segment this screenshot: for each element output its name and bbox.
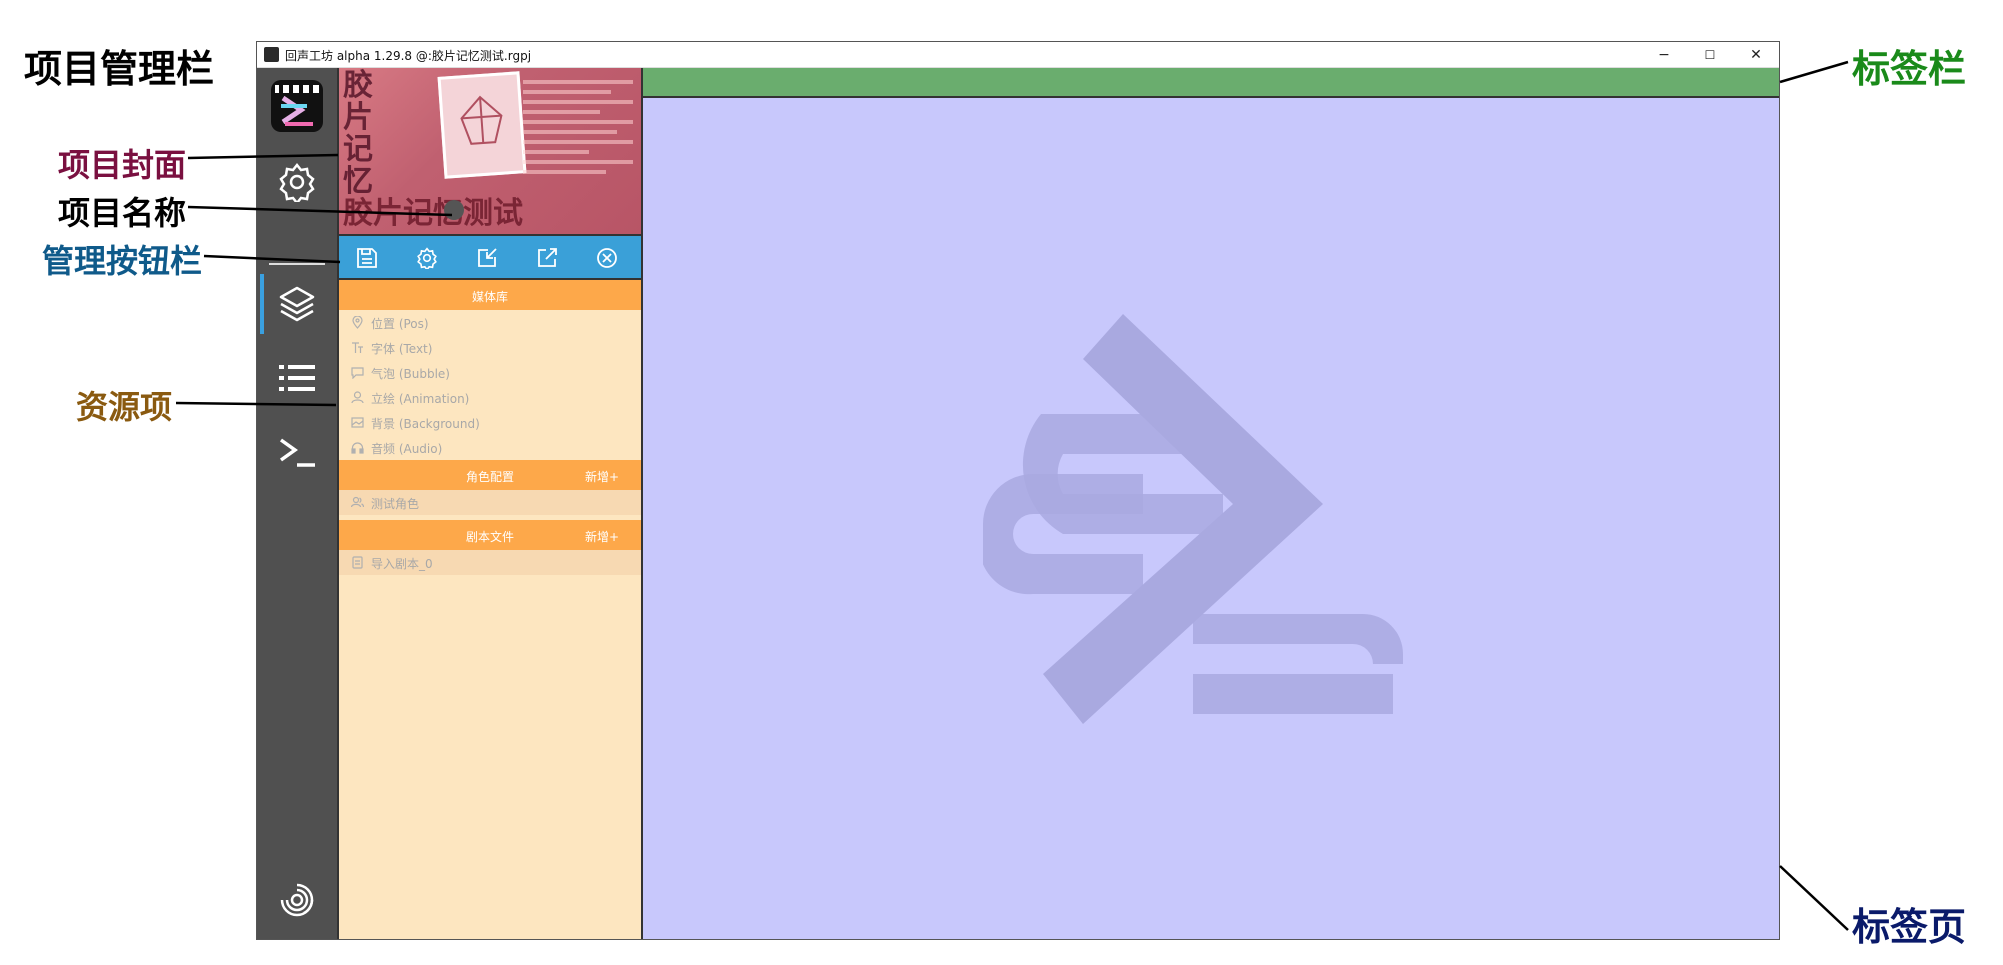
- resource-item-audio[interactable]: 音频 (Audio): [339, 435, 641, 460]
- bubble-icon: [351, 367, 364, 379]
- cover-title-text: 胶片记忆: [343, 68, 373, 199]
- terminal-icon[interactable]: [257, 422, 337, 482]
- script-files-header[interactable]: 剧本文件 新增+: [339, 520, 641, 550]
- headphone-icon: [351, 442, 364, 454]
- project-cover[interactable]: 胶片记忆 胶片记忆测试: [339, 68, 641, 236]
- add-script-button[interactable]: 新增+: [585, 528, 619, 545]
- users-icon: [351, 496, 364, 508]
- app-window: 回声工坊 alpha 1.29.8 @:胶片记忆测试.rgpj − ☐ ✕ 胶片…: [256, 41, 1780, 940]
- annotation-project-bar: 项目管理栏: [24, 46, 215, 91]
- list-icon[interactable]: [257, 348, 337, 408]
- text-icon: [352, 342, 363, 353]
- image-icon: [351, 417, 364, 428]
- resource-item-bubble[interactable]: 气泡 (Bubble): [339, 360, 641, 385]
- annotation-resource-item: 资源项: [76, 388, 173, 426]
- window-title: 回声工坊 alpha 1.29.8 @:胶片记忆测试.rgpj: [285, 49, 532, 63]
- file-icon: [352, 556, 363, 569]
- resource-item-label: 立绘 (Animation): [371, 392, 470, 406]
- annotation-tab-bar: 标签栏: [1852, 46, 1967, 91]
- resource-item-character[interactable]: 测试角色: [339, 490, 641, 515]
- person-icon: [351, 391, 364, 404]
- resource-item-label: 音频 (Audio): [371, 442, 443, 456]
- resource-item-animation[interactable]: 立绘 (Animation): [339, 385, 641, 410]
- settings-gear-icon[interactable]: [257, 152, 337, 212]
- resource-item-script[interactable]: 导入剧本_0: [339, 550, 641, 575]
- maximize-button[interactable]: ☐: [1687, 42, 1733, 68]
- tab-bar: [643, 68, 1779, 98]
- media-library-label: 媒体库: [471, 290, 508, 304]
- resource-item-label: 气泡 (Bubble): [371, 367, 450, 381]
- tab-page: [643, 98, 1779, 939]
- cover-illustration: [437, 71, 527, 179]
- resource-item-label: 字体 (Text): [371, 342, 433, 356]
- cover-decoration: [523, 80, 633, 180]
- add-character-button[interactable]: 新增+: [585, 468, 619, 485]
- manage-button-bar: [339, 236, 641, 280]
- resource-item-label: 背景 (Background): [371, 417, 480, 431]
- project-settings-icon[interactable]: [415, 246, 439, 270]
- project-panel: 胶片记忆 胶片记忆测试 媒体库 位置 (Pos) 字体 (Text) 气泡 (B…: [337, 68, 643, 939]
- project-name: 胶片记忆测试: [343, 196, 523, 231]
- annotation-manage-buttons: 管理按钮栏: [42, 242, 203, 280]
- title-bar: 回声工坊 alpha 1.29.8 @:胶片记忆测试.rgpj − ☐ ✕: [257, 42, 1779, 68]
- resource-item-label: 位置 (Pos): [371, 317, 429, 331]
- close-button[interactable]: ✕: [1733, 42, 1779, 68]
- resource-item-background[interactable]: 背景 (Background): [339, 410, 641, 435]
- app-logo-icon[interactable]: [257, 76, 337, 136]
- resource-item-label: 导入剧本_0: [371, 557, 433, 571]
- annotation-project-cover: 项目封面: [58, 146, 187, 184]
- resource-item-pos[interactable]: 位置 (Pos): [339, 310, 641, 335]
- annotation-tab-page: 标签页: [1852, 904, 1967, 949]
- cover-badge-icon: [444, 200, 464, 220]
- project-management-sidebar: [257, 68, 337, 939]
- media-library-header[interactable]: 媒体库: [339, 280, 641, 310]
- resource-item-label: 测试角色: [371, 497, 420, 511]
- layers-icon[interactable]: [257, 274, 337, 334]
- spiral-icon[interactable]: [257, 870, 337, 930]
- minimize-button[interactable]: −: [1641, 42, 1687, 68]
- pin-icon: [352, 316, 363, 329]
- app-watermark-icon: [983, 314, 1403, 724]
- export-icon[interactable]: [535, 246, 559, 270]
- sidebar-divider: [269, 263, 325, 265]
- close-project-icon[interactable]: [595, 246, 619, 270]
- app-icon: [264, 47, 279, 62]
- import-icon[interactable]: [475, 246, 499, 270]
- character-config-header[interactable]: 角色配置 新增+: [339, 460, 641, 490]
- annotation-project-name: 项目名称: [58, 194, 187, 232]
- resource-item-text[interactable]: 字体 (Text): [339, 335, 641, 360]
- save-icon[interactable]: [355, 246, 379, 270]
